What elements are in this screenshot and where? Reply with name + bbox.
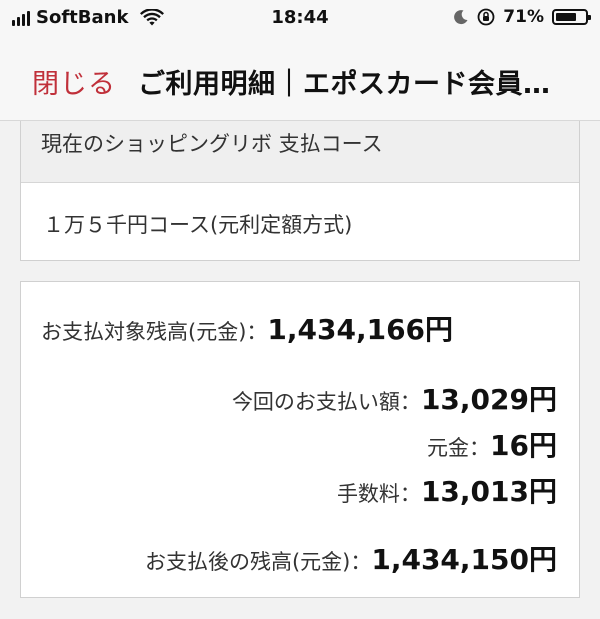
- course-header: 現在のショッピングリボ 支払コース: [21, 121, 579, 183]
- status-right: 71%: [453, 7, 591, 27]
- fee-row: 手数料： 13,013円: [337, 470, 557, 510]
- payment-amount-label: 今回のお支払い額：: [231, 390, 421, 414]
- payment-amount-row: 今回のお支払い額： 13,029円: [232, 378, 557, 418]
- orientation-lock-icon: [477, 8, 495, 26]
- payment-amount-value: 13,029円: [420, 383, 557, 416]
- target-balance-label: お支払対象残高(元金)：: [41, 320, 268, 344]
- navigation-bar: 閉じる ご利用明細｜エポスカード会員…: [0, 40, 600, 121]
- remaining-balance-value: 1,434,150円: [371, 543, 557, 576]
- revolving-course-card: 現在のショッピングリボ 支払コース １万５千円コース(元利定額方式): [20, 121, 580, 261]
- close-button[interactable]: 閉じる: [32, 62, 116, 101]
- remaining-balance-label: お支払後の残高(元金)：: [144, 550, 372, 574]
- status-bar: SoftBank 18:44 71%: [0, 0, 600, 40]
- target-balance-value: 1,434,166円: [267, 313, 454, 346]
- balance-card: お支払対象残高(元金)： 1,434,166円 今回のお支払い額： 13,029…: [20, 281, 580, 598]
- fee-label: 手数料：: [336, 482, 421, 506]
- target-balance-row: お支払対象残高(元金)： 1,434,166円: [41, 308, 453, 348]
- page-title: ご利用明細｜エポスカード会員…: [138, 69, 551, 100]
- battery-icon: [552, 9, 591, 25]
- remaining-balance-row: お支払後の残高(元金)： 1,434,150円: [145, 538, 557, 578]
- course-value: １万５千円コース(元利定額方式): [43, 213, 353, 237]
- principal-row: 元金： 16円: [427, 424, 557, 464]
- fee-value: 13,013円: [420, 475, 557, 508]
- battery-percent: 71%: [503, 7, 544, 27]
- battery-level-fill: [556, 13, 576, 21]
- moon-icon: [454, 10, 468, 25]
- main-content[interactable]: 現在のショッピングリボ 支払コース １万５千円コース(元利定額方式) お支払対象…: [0, 121, 600, 619]
- principal-value: 16円: [490, 429, 557, 462]
- principal-label: 元金：: [427, 436, 491, 460]
